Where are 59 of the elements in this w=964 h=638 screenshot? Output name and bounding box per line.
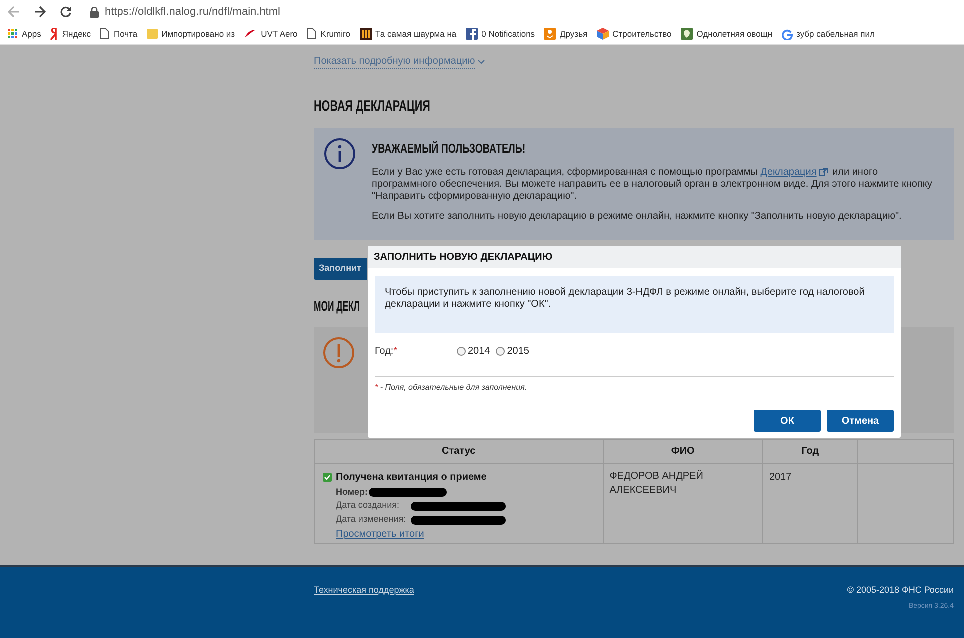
section-heading: НОВАЯ ДЕКЛАРАЦИЯ [314, 98, 430, 116]
person-logo-icon [544, 28, 556, 40]
required-note: * - Поля, обязательные для заполнения. [374, 382, 528, 394]
square-logo-icon [466, 28, 478, 40]
bookmark-item[interactable]: зубр сабельная пил [782, 28, 875, 40]
bookmark-item[interactable]: Яндекс [50, 28, 91, 40]
url-text: https://oldlkfl.nalog.ru/ndfl/main.html [105, 4, 280, 20]
status-text: Получена квитанция о приеме [336, 471, 487, 485]
dialog-info-text: Чтобы приступить к заполнению новой декларации 3-НДФЛ в режиме онлайн, выберите год налоговой декларации и нажмите кнопку "ОК". [385, 287, 866, 311]
reload-icon[interactable] [60, 6, 72, 18]
bookmark-item[interactable]: Строительство [596, 28, 672, 40]
fill-declaration-button[interactable]: Заполнит [314, 258, 367, 280]
year-radio[interactable]: 2014 [457, 344, 490, 358]
bookmark-item[interactable]: Krumiro [306, 28, 351, 40]
column-header: ФИО [603, 440, 763, 464]
exclamation-icon [323, 337, 355, 369]
notice-text: Если Вы хотите заполнить новую декларацию в режиме онлайн, нажмите кнопку "Заполнить новую декларацию". [372, 210, 903, 222]
leaf-logo-icon [680, 28, 693, 40]
lock-icon [90, 6, 99, 18]
folder-icon [146, 29, 158, 39]
year-label: Год:* [375, 344, 399, 358]
dialog-title: ЗАПОЛНИТЬ НОВУЮ ДЕКЛАРАЦИЮ [374, 250, 553, 264]
bookmark-item[interactable]: Друзья [544, 28, 588, 40]
section-heading: МОИ ДЕКЛ [314, 297, 360, 315]
letter-logo-icon [782, 28, 793, 40]
bookmark-item[interactable]: Однолетняя овощн [680, 28, 773, 40]
letter-logo-icon [50, 28, 58, 40]
page-icon [100, 28, 110, 40]
address-bar[interactable]: https://oldlkfl.nalog.ru/ndfl/main.html [90, 4, 280, 20]
logo-icon [360, 28, 372, 40]
support-link[interactable]: Техническая поддержка [314, 584, 414, 596]
number-label: Номер: [336, 486, 368, 499]
bookmark-item[interactable]: UVT Aero [244, 28, 298, 40]
bookmark-item[interactable]: Та самая шаурма на [360, 28, 457, 40]
page-icon [306, 28, 317, 40]
check-icon [323, 473, 332, 482]
column-header: Год [762, 440, 858, 464]
year-radio[interactable]: 2015 [496, 344, 530, 358]
chevron-down-icon [478, 60, 486, 65]
dialog-button[interactable]: ОК [754, 410, 821, 432]
forward-arrow-icon[interactable] [34, 6, 46, 18]
notice-title: УВАЖАЕМЫЙ ПОЛЬЗОВАТЕЛЬ! [372, 140, 526, 158]
info-icon [324, 138, 356, 170]
year-cell: 2017 [762, 464, 858, 544]
bookmark-item[interactable]: Импортировано из [146, 28, 236, 40]
name-cell: ФЕДОРОВ АНДРЕЙ АЛЕКСЕЕВИЧ [603, 464, 763, 544]
bookmark-item[interactable]: Почта [100, 28, 138, 40]
dialog-button[interactable]: Отмена [827, 410, 894, 432]
column-header: Статус [314, 440, 604, 464]
bookmark-item[interactable]: 0 Notifications [466, 28, 536, 40]
swoosh-logo-icon [244, 29, 258, 39]
notice-text: Если у Вас уже есть готовая декларация, сформированная с помощью программы Декларация или иного программного обеспечения. Вы можете направить ее в налоговый орган в электронном виде. Для этого нажмите кнопку "Направить сформированную декларацию". [372, 166, 934, 202]
field-label: Дата создания: [336, 499, 400, 512]
field-label: Дата изменения: [336, 513, 408, 526]
apps-grid-icon [8, 29, 18, 39]
copyright-text: © 2005-2018 ФНС России [847, 584, 954, 597]
bookmark-item[interactable]: Apps [8, 28, 42, 40]
external-link-icon [818, 168, 828, 176]
cube-logo-icon [596, 28, 609, 40]
